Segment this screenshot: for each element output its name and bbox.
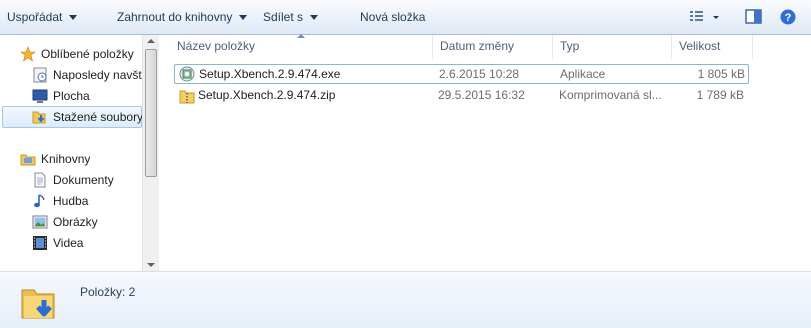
command-bar: Uspořádat Zahrnout do knihovny Sdílet s … bbox=[0, 0, 811, 35]
file-name: Setup.Xbench.2.9.474.zip bbox=[198, 88, 336, 102]
chevron-down-icon bbox=[239, 15, 248, 21]
file-date: 29.5.2015 16:32 bbox=[438, 88, 525, 102]
sidebar-item-label: Plocha bbox=[53, 89, 90, 103]
sidebar-item-desktop[interactable]: Plocha bbox=[32, 86, 132, 106]
file-row[interactable]: Setup.Xbench.2.9.474.zip 29.5.2015 16:32… bbox=[174, 86, 749, 106]
view-options-icon[interactable] bbox=[689, 9, 719, 28]
zip-folder-icon bbox=[179, 90, 195, 104]
include-library-label: Zahrnout do knihovny bbox=[117, 10, 233, 24]
file-date: 2.6.2015 10:28 bbox=[439, 67, 520, 81]
new-folder-label: Nová složka bbox=[360, 10, 426, 24]
favorites-label: Oblíbené položky bbox=[41, 47, 134, 61]
navigation-pane: Oblíbené položky Naposledy navštívené Pl… bbox=[0, 35, 159, 271]
sidebar-item-label: Naposledy navštívené bbox=[53, 68, 142, 82]
downloads-icon bbox=[32, 111, 46, 124]
sidebar-item-label: Obrázky bbox=[53, 215, 98, 229]
column-type-label: Typ bbox=[560, 39, 580, 53]
sidebar-item-videos[interactable]: Videa bbox=[32, 233, 132, 253]
scroll-up-arrow-icon[interactable] bbox=[147, 39, 155, 43]
star-icon bbox=[20, 46, 36, 62]
share-label: Sdílet s bbox=[263, 10, 304, 24]
column-size-label: Velikost bbox=[679, 39, 721, 53]
desktop-icon bbox=[32, 89, 48, 103]
libraries-header[interactable]: Knihovny bbox=[20, 149, 130, 169]
downloads-folder-icon bbox=[21, 289, 55, 319]
sort-ascending-icon bbox=[297, 34, 305, 38]
column-header-date[interactable]: Datum změny bbox=[433, 35, 553, 59]
file-row[interactable]: Setup.Xbench.2.9.474.exe 2.6.2015 10:28 … bbox=[174, 64, 749, 84]
installer-icon bbox=[179, 66, 195, 82]
column-header-type[interactable]: Typ bbox=[553, 35, 672, 59]
libraries-label: Knihovny bbox=[41, 152, 91, 166]
new-folder-button[interactable]: Nová složka bbox=[360, 0, 425, 34]
libraries-icon bbox=[20, 154, 36, 166]
file-size: 1 805 kB bbox=[697, 67, 745, 81]
column-header-name[interactable]: Název položky bbox=[170, 34, 433, 59]
details-pane: Položky: 2 bbox=[0, 271, 811, 328]
navigation-scrollbar[interactable] bbox=[142, 35, 159, 271]
favorites-header[interactable]: Oblíbené položky bbox=[20, 44, 140, 64]
preview-pane-icon[interactable] bbox=[745, 9, 763, 28]
sidebar-item-documents[interactable]: Dokumenty bbox=[32, 170, 132, 190]
file-type: Komprimovaná sl... bbox=[559, 88, 662, 102]
sidebar-item-label: Stažené soubory bbox=[53, 110, 144, 124]
column-headers: Název položky Datum změny Typ Velikost bbox=[170, 34, 811, 59]
file-name: Setup.Xbench.2.9.474.exe bbox=[199, 67, 341, 81]
videos-icon bbox=[33, 236, 47, 250]
chevron-down-icon bbox=[69, 15, 78, 21]
column-name-label: Název položky bbox=[177, 39, 256, 53]
sidebar-item-music[interactable]: Hudba bbox=[32, 191, 132, 211]
share-with-button[interactable]: Sdílet s bbox=[263, 0, 319, 34]
sidebar-item-recent-places[interactable]: Naposledy navštívené bbox=[32, 65, 142, 85]
sidebar-item-pictures[interactable]: Obrázky bbox=[32, 212, 132, 232]
sidebar-item-label: Hudba bbox=[53, 194, 89, 208]
column-date-label: Datum změny bbox=[440, 39, 515, 53]
column-header-size[interactable]: Velikost bbox=[672, 35, 753, 59]
svg-text:?: ? bbox=[785, 12, 792, 24]
include-in-library-button[interactable]: Zahrnout do knihovny bbox=[117, 0, 248, 34]
file-type: Aplikace bbox=[560, 67, 606, 81]
scrollbar-thumb[interactable] bbox=[145, 49, 157, 177]
sidebar-item-label: Dokumenty bbox=[53, 173, 114, 187]
organize-label: Uspořádat bbox=[7, 10, 63, 24]
pictures-icon bbox=[32, 215, 48, 229]
chevron-down-icon bbox=[310, 15, 319, 21]
sidebar-item-downloads[interactable]: Stažené soubory bbox=[2, 106, 144, 128]
scroll-down-arrow-icon[interactable] bbox=[147, 263, 155, 267]
help-icon[interactable]: ? bbox=[780, 9, 796, 28]
file-size: 1 789 kB bbox=[696, 88, 744, 102]
sidebar-item-label: Videa bbox=[53, 236, 84, 250]
documents-icon bbox=[34, 172, 46, 188]
music-icon bbox=[34, 194, 45, 208]
organize-button[interactable]: Uspořádat bbox=[7, 0, 78, 34]
recent-places-icon bbox=[33, 67, 47, 83]
item-count: Položky: 2 bbox=[80, 285, 136, 299]
